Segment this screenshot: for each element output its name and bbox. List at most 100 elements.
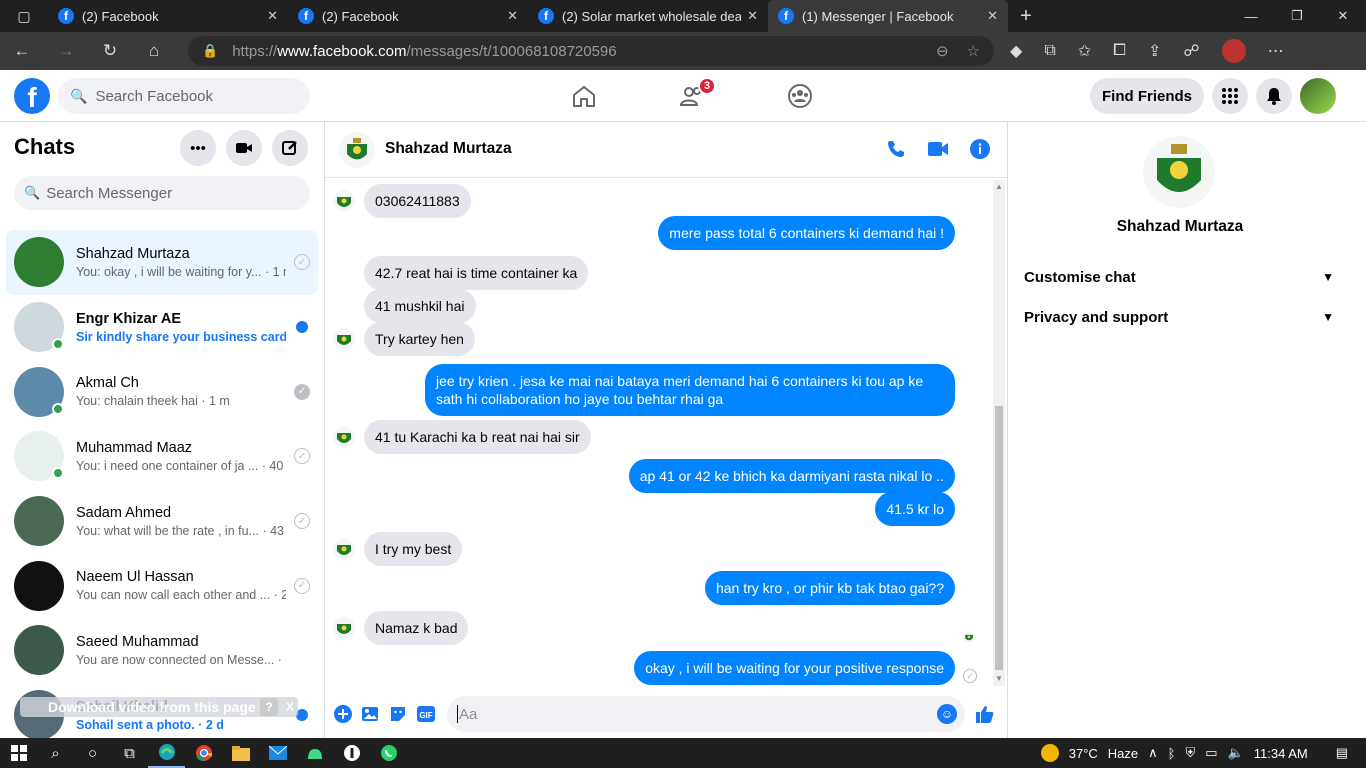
emoji-icon[interactable]: ☺ xyxy=(937,704,957,724)
incoming-message[interactable]: I try my best xyxy=(364,532,463,566)
url-field[interactable]: 🔒 https://www.facebook.com/messages/t/10… xyxy=(188,36,994,66)
maximize-icon[interactable]: ❐ xyxy=(1274,0,1320,32)
video-call-icon[interactable] xyxy=(927,138,949,160)
scroll-up-icon[interactable]: ▲ xyxy=(994,182,1004,192)
outgoing-message[interactable]: jee try krien . jesa ke mai nai bataya m… xyxy=(425,364,955,416)
outgoing-message[interactable]: 41.5 kr lo xyxy=(875,492,955,526)
facebook-search-input[interactable]: 🔍 Search Facebook xyxy=(58,78,310,114)
conversation-info-icon[interactable] xyxy=(969,138,991,160)
incoming-message[interactable]: 41 tu Karachi ka b reat nai hai sir xyxy=(364,420,591,454)
outgoing-message[interactable]: han try kro , or phir kb tak btao gai?? xyxy=(704,571,955,605)
privacy-support-row[interactable]: Privacy and support ▼ xyxy=(1024,302,1334,332)
info-contact-avatar[interactable] xyxy=(1143,136,1215,208)
extension-icon[interactable]: ◆ xyxy=(1010,41,1022,61)
weather-label[interactable]: Haze xyxy=(1108,746,1138,761)
notifications-bell-icon[interactable] xyxy=(1256,78,1292,114)
find-friends-button[interactable]: Find Friends xyxy=(1090,78,1204,114)
outgoing-message[interactable]: okay , i will be waiting for your positi… xyxy=(634,651,955,685)
notifications-center-icon[interactable]: ▤ xyxy=(1336,745,1348,761)
extensions-puzzle-icon[interactable]: ⧉ xyxy=(1044,42,1055,60)
browser-tab-4[interactable]: f (1) Messenger | Facebook ✕ xyxy=(768,0,1008,32)
friends-nav-icon[interactable]: 3 xyxy=(638,70,746,122)
chat-list-item[interactable]: Sadam Ahmed You: what will be the rate , … xyxy=(6,489,318,554)
menu-grid-icon[interactable] xyxy=(1212,78,1248,114)
thread-scrollbar[interactable]: ▲ ▼ xyxy=(993,180,1005,686)
favorites-icon[interactable]: ✩ xyxy=(1078,41,1091,61)
browser-tab-2[interactable]: f (2) Facebook ✕ xyxy=(288,0,528,32)
incoming-message[interactable]: 41 mushkil hai xyxy=(364,289,476,323)
scroll-down-icon[interactable]: ▼ xyxy=(994,674,1004,684)
message-input[interactable]: Aa ☺ xyxy=(447,696,965,732)
sender-avatar[interactable] xyxy=(333,190,355,212)
options-icon[interactable]: ••• xyxy=(180,130,216,166)
browser-tab-3[interactable]: f (2) Solar market wholesale deale ✕ xyxy=(528,0,768,32)
attach-photo-icon[interactable] xyxy=(360,704,380,724)
app-icon[interactable] xyxy=(333,738,370,768)
contact-avatar[interactable] xyxy=(339,132,375,168)
scroll-thumb[interactable] xyxy=(995,406,1003,670)
back-arrow-icon[interactable]: ← xyxy=(0,32,44,70)
browser-profile-avatar[interactable] xyxy=(1221,39,1246,63)
chat-list-item[interactable]: Engr Khizar AE Sir kindly share your busi… xyxy=(6,295,318,360)
contact-name[interactable]: Shahzad Murtaza xyxy=(385,140,512,158)
whatsapp-icon[interactable] xyxy=(370,738,407,768)
sender-avatar[interactable] xyxy=(333,426,355,448)
chat-list-item[interactable]: Saeed Muhammad You are now connected on M… xyxy=(6,618,318,683)
edge-browser-icon[interactable] xyxy=(148,738,185,768)
download-video-overlay[interactable]: Download video from this page ? X xyxy=(20,697,298,717)
home-icon[interactable]: ⌂ xyxy=(132,32,176,70)
tab-close-icon[interactable]: ✕ xyxy=(987,8,998,24)
weather-temp[interactable]: 37°C xyxy=(1069,746,1098,761)
new-room-video-icon[interactable] xyxy=(226,130,262,166)
gif-icon[interactable]: GIF xyxy=(416,704,436,724)
chat-list-item[interactable]: Muhammad Maaz You: i need one container o… xyxy=(6,424,318,489)
feedback-icon[interactable]: ☍ xyxy=(1183,41,1199,61)
sender-avatar[interactable] xyxy=(333,328,355,350)
mail-icon[interactable] xyxy=(259,738,296,768)
tab-actions-icon[interactable]: ▢ xyxy=(0,0,48,32)
account-avatar[interactable] xyxy=(1300,78,1336,114)
forward-arrow-icon[interactable]: → xyxy=(44,32,88,70)
share-icon[interactable]: ⇪ xyxy=(1148,41,1161,61)
incoming-message[interactable]: Try kartey hen xyxy=(364,322,475,356)
volume-icon[interactable]: 🔈 xyxy=(1228,745,1244,761)
groups-nav-icon[interactable] xyxy=(746,70,854,122)
browser-tab-1[interactable]: f (2) Facebook ✕ xyxy=(48,0,288,32)
favorite-star-icon[interactable]: ☆ xyxy=(967,42,980,60)
minimize-icon[interactable]: — xyxy=(1228,0,1274,32)
new-tab-button[interactable]: + xyxy=(1008,5,1044,28)
close-overlay-icon[interactable]: X xyxy=(282,698,298,716)
file-explorer-icon[interactable] xyxy=(222,738,259,768)
help-icon[interactable]: ? xyxy=(260,698,278,716)
security-shield-icon[interactable]: ⛨ xyxy=(1185,745,1195,761)
customise-chat-row[interactable]: Customise chat ▼ xyxy=(1024,262,1334,292)
outgoing-message[interactable]: ap 41 or 42 ke bhich ka darmiyani rasta … xyxy=(628,459,955,493)
voice-call-icon[interactable] xyxy=(885,138,907,160)
chat-list-item[interactable]: Shahzad Murtaza You: okay , i will be wai… xyxy=(6,230,318,295)
more-actions-plus-icon[interactable] xyxy=(333,704,353,724)
home-nav-icon[interactable] xyxy=(530,70,638,122)
chat-list-item[interactable]: Naeem Ul Hassan You can now call each oth… xyxy=(6,553,318,618)
show-hidden-icons[interactable]: ∧ xyxy=(1148,745,1158,761)
windows-start-icon[interactable] xyxy=(0,738,37,768)
bluetooth-icon[interactable]: ᛒ xyxy=(1168,746,1176,761)
refresh-icon[interactable]: ↻ xyxy=(88,32,132,70)
sender-avatar[interactable] xyxy=(333,617,355,639)
messenger-search-input[interactable]: 🔍 Search Messenger xyxy=(14,176,310,210)
sticker-icon[interactable] xyxy=(388,704,408,724)
new-message-compose-icon[interactable] xyxy=(272,130,308,166)
cortana-icon[interactable]: ○ xyxy=(74,738,111,768)
clock-time[interactable]: 11:34 AM xyxy=(1254,746,1308,761)
more-menu-icon[interactable]: ⋯ xyxy=(1268,41,1284,61)
tab-close-icon[interactable]: ✕ xyxy=(267,8,278,24)
tab-close-icon[interactable]: ✕ xyxy=(747,8,758,24)
weather-sun-icon[interactable] xyxy=(1040,744,1059,762)
zoom-icon[interactable]: ⊖ xyxy=(936,42,949,60)
tab-close-icon[interactable]: ✕ xyxy=(507,8,518,24)
incoming-message[interactable]: 42.7 reat hai is time container ka xyxy=(364,256,589,290)
collections-icon[interactable]: ⧠ xyxy=(1113,42,1126,60)
close-window-icon[interactable]: ✕ xyxy=(1320,0,1366,32)
incoming-message[interactable]: Namaz k bad xyxy=(364,611,469,645)
network-icon[interactable]: ▭ xyxy=(1205,745,1217,761)
outgoing-message[interactable]: mere pass total 6 containers ki demand h… xyxy=(658,216,955,250)
